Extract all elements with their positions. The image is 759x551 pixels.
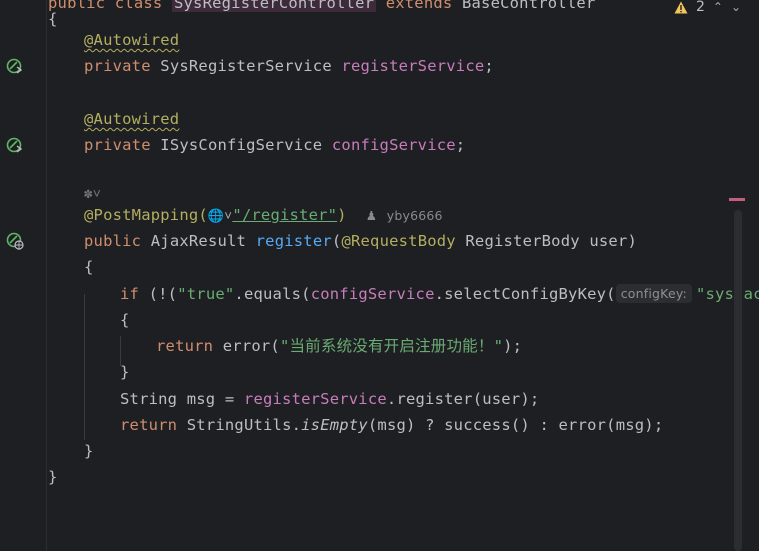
code-line-open-brace: { (120, 311, 130, 329)
code-line-class-decl: public class SysRegisterController exten… (48, 0, 595, 14)
indent-guide (84, 294, 85, 440)
gutter-separator (46, 0, 47, 551)
ai-assistant-icon[interactable]: ✽˅ (84, 183, 101, 205)
code-line-if: if (!("true".equals(configService.select… (120, 284, 759, 303)
code-line-close-brace: } (84, 442, 94, 460)
code-editor[interactable]: public class SysRegisterController exten… (48, 0, 759, 551)
class-name: SysRegisterController (171, 0, 377, 12)
code-line-autowired: @Autowired (84, 110, 180, 128)
code-line-config-service: private ISysConfigService configService; (84, 136, 466, 154)
mapping-path-link[interactable]: "/register" (232, 206, 337, 224)
code-line-postmapping: @PostMapping(🌐˅"/register") ♟ yby6666 (84, 206, 443, 224)
code-line-open-brace: { (84, 258, 94, 276)
parameter-hint: configKey: (615, 284, 692, 303)
person-icon: ♟ (365, 208, 378, 223)
code-line-method-decl: public AjaxResult register(@RequestBody … (84, 232, 637, 250)
web-endpoint-icon[interactable] (6, 232, 24, 250)
code-line-string-msg: String msg = registerService.register(us… (120, 390, 540, 408)
code-line-class-close: } (48, 468, 58, 486)
code-line-close-brace: } (120, 363, 130, 381)
spring-bean-icon[interactable] (6, 136, 24, 154)
code-line-return-ternary: return StringUtils.isEmpty(msg) ? succes… (120, 416, 664, 434)
scroll-error-marker[interactable] (729, 198, 745, 201)
author-name[interactable]: yby6666 (387, 208, 443, 223)
spring-bean-icon[interactable] (6, 57, 24, 75)
code-line-autowired: @Autowired (84, 31, 180, 49)
vertical-scrollbar[interactable] (734, 210, 742, 551)
editor-gutter (0, 0, 46, 551)
globe-icon[interactable]: 🌐˅ (208, 209, 232, 224)
code-line-register-service: private SysRegisterService registerServi… (84, 57, 494, 75)
code-line-return-error: return error("当前系统没有开启注册功能！"); (156, 337, 523, 355)
code-line-brace: { (48, 10, 58, 28)
code-line-ai-hint[interactable]: ✽˅ (84, 182, 101, 204)
